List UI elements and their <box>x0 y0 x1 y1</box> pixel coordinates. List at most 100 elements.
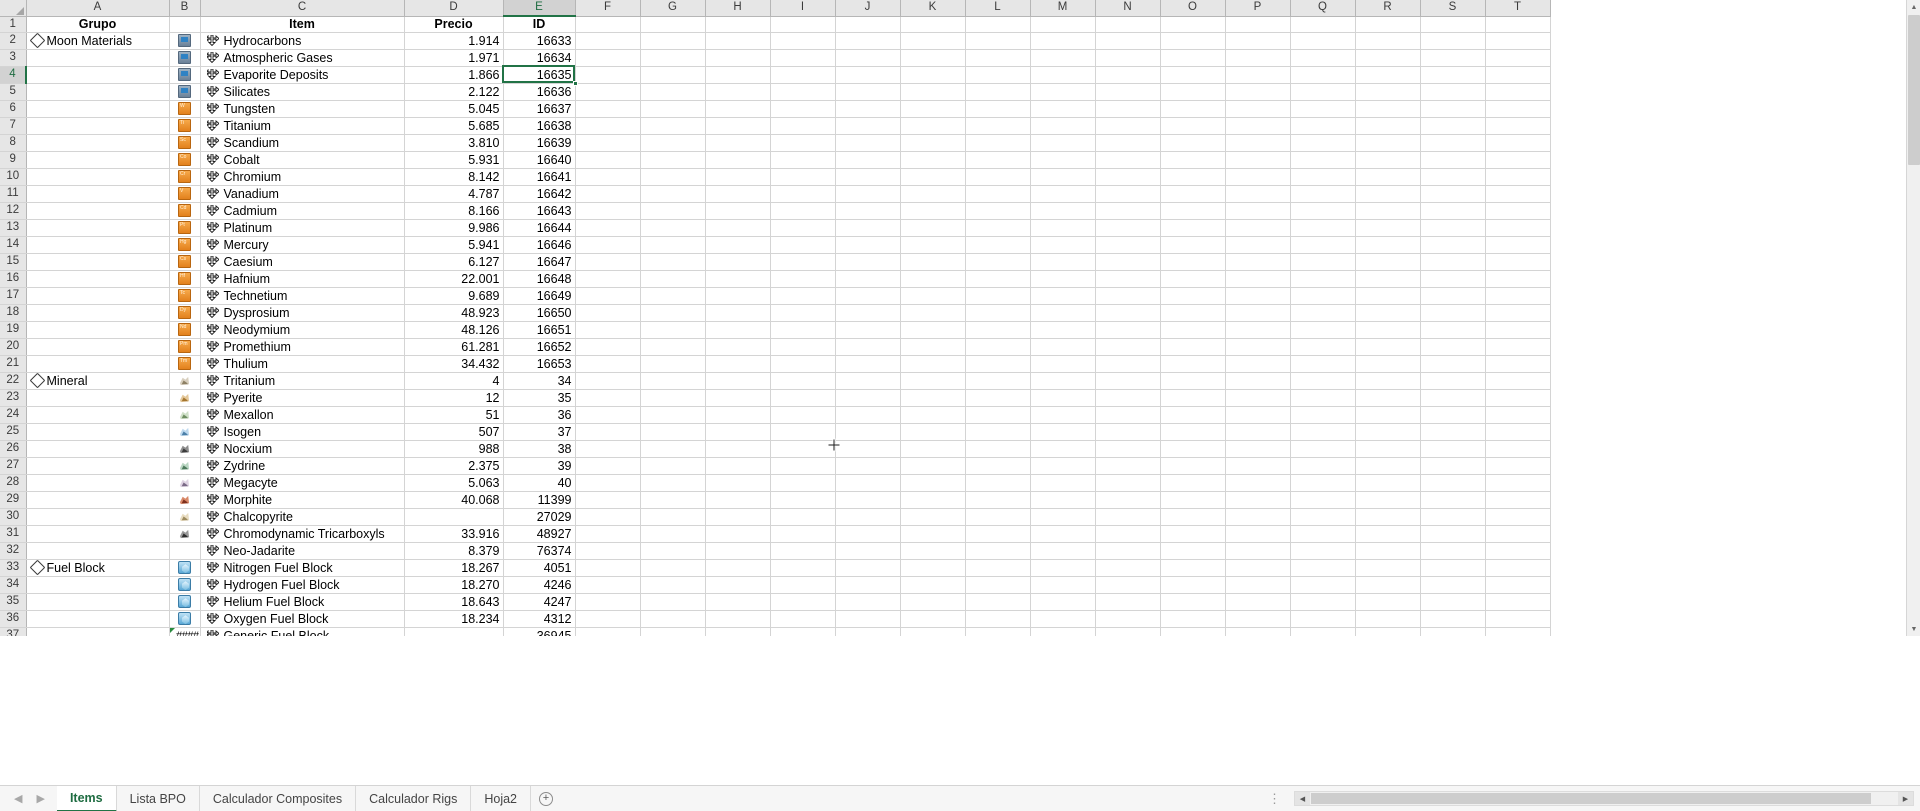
empty-cell[interactable] <box>1290 542 1356 560</box>
vertical-scrollbar[interactable]: ▲ ▼ <box>1906 0 1920 636</box>
empty-cell[interactable] <box>1095 406 1161 424</box>
empty-cell[interactable] <box>835 236 901 254</box>
empty-cell[interactable] <box>575 525 641 543</box>
empty-cell[interactable] <box>770 321 836 339</box>
empty-cell[interactable] <box>705 372 771 390</box>
empty-cell[interactable] <box>640 202 706 220</box>
empty-cell[interactable] <box>1095 117 1161 135</box>
sheet-tab-hoja2[interactable]: Hoja2 <box>471 785 532 811</box>
empty-cell[interactable] <box>575 593 641 611</box>
empty-cell[interactable] <box>1030 49 1096 67</box>
empty-cell[interactable] <box>705 338 771 356</box>
empty-cell[interactable] <box>965 525 1031 543</box>
empty-cell[interactable] <box>965 508 1031 526</box>
empty-cell[interactable] <box>900 559 966 577</box>
row-header-29[interactable]: 29 <box>0 491 27 509</box>
scroll-right-button[interactable]: ▶ <box>1898 792 1913 805</box>
empty-cell[interactable] <box>1225 491 1291 509</box>
cell-icon[interactable]: Nd <box>169 321 201 339</box>
empty-cell[interactable] <box>1420 508 1486 526</box>
empty-cell[interactable] <box>1355 270 1421 288</box>
empty-cell[interactable] <box>640 253 706 271</box>
empty-cell[interactable] <box>770 338 836 356</box>
cell-icon[interactable]: Pm <box>169 338 201 356</box>
empty-cell[interactable] <box>1160 372 1226 390</box>
empty-cell[interactable] <box>1420 253 1486 271</box>
cell-id[interactable]: 40 <box>503 474 576 492</box>
empty-cell[interactable] <box>1355 338 1421 356</box>
scroll-left-button[interactable]: ◀ <box>1295 792 1310 805</box>
cell-id[interactable]: 16638 <box>503 117 576 135</box>
empty-cell[interactable] <box>770 304 836 322</box>
empty-cell[interactable] <box>835 185 901 203</box>
column-title-a[interactable]: Grupo <box>26 16 170 33</box>
empty-cell[interactable] <box>965 610 1031 628</box>
add-sheet-button[interactable]: + <box>531 791 561 806</box>
empty-cell[interactable] <box>1420 304 1486 322</box>
empty-cell[interactable] <box>835 321 901 339</box>
empty-cell[interactable] <box>1420 134 1486 152</box>
empty-cell[interactable] <box>575 338 641 356</box>
empty-cell[interactable] <box>575 542 641 560</box>
cell-grupo[interactable] <box>26 542 170 560</box>
cell-id[interactable]: 16634 <box>503 49 576 67</box>
cell-icon[interactable]: Dy <box>169 304 201 322</box>
empty-cell[interactable] <box>900 219 966 237</box>
empty-cell[interactable] <box>1485 372 1551 390</box>
cell-grupo[interactable] <box>26 117 170 135</box>
empty-cell[interactable] <box>900 372 966 390</box>
empty-cell[interactable] <box>1420 66 1486 84</box>
cell-grupo[interactable] <box>26 219 170 237</box>
empty-cell[interactable] <box>1225 321 1291 339</box>
empty-cell[interactable] <box>835 253 901 271</box>
empty-cell[interactable] <box>1485 508 1551 526</box>
empty-cell[interactable] <box>1030 253 1096 271</box>
cell-id[interactable]: 35 <box>503 389 576 407</box>
cell-icon[interactable] <box>169 593 201 611</box>
empty-cell[interactable] <box>1225 457 1291 475</box>
empty-cell[interactable] <box>1225 525 1291 543</box>
empty-cell[interactable] <box>1420 525 1486 543</box>
empty-cell[interactable] <box>965 372 1031 390</box>
empty-cell[interactable] <box>640 508 706 526</box>
empty-cell[interactable] <box>900 270 966 288</box>
empty-cell[interactable] <box>900 457 966 475</box>
empty-cell[interactable] <box>965 559 1031 577</box>
column-header-r[interactable]: R <box>1355 0 1421 17</box>
empty-cell[interactable] <box>1095 304 1161 322</box>
empty-cell[interactable] <box>1355 542 1421 560</box>
empty-cell[interactable] <box>1355 610 1421 628</box>
column-header-h[interactable]: H <box>705 0 771 17</box>
empty-cell[interactable] <box>705 440 771 458</box>
empty-cell[interactable] <box>1485 610 1551 628</box>
row-header-22[interactable]: 22 <box>0 372 27 390</box>
cell-grupo[interactable] <box>26 389 170 407</box>
cell-icon[interactable]: Ti <box>169 117 201 135</box>
empty-cell[interactable] <box>575 491 641 509</box>
empty-cell[interactable] <box>640 457 706 475</box>
empty-cell[interactable] <box>770 491 836 509</box>
empty-cell[interactable] <box>1485 16 1551 33</box>
cell-precio[interactable]: 18.234 <box>404 610 504 628</box>
cell-grupo[interactable] <box>26 474 170 492</box>
empty-cell[interactable] <box>1420 32 1486 50</box>
empty-cell[interactable] <box>1485 491 1551 509</box>
cell-item[interactable]: Isogen <box>200 423 405 441</box>
empty-cell[interactable] <box>1355 559 1421 577</box>
empty-cell[interactable] <box>1485 253 1551 271</box>
empty-cell[interactable] <box>1225 508 1291 526</box>
empty-cell[interactable] <box>640 287 706 305</box>
empty-cell[interactable] <box>1420 576 1486 594</box>
empty-cell[interactable] <box>1290 236 1356 254</box>
cell-item[interactable]: Silicates <box>200 83 405 101</box>
column-header-i[interactable]: I <box>770 0 836 17</box>
empty-cell[interactable] <box>1420 627 1486 636</box>
empty-cell[interactable] <box>705 355 771 373</box>
empty-cell[interactable] <box>1095 202 1161 220</box>
empty-cell[interactable] <box>1030 593 1096 611</box>
empty-cell[interactable] <box>1030 16 1096 33</box>
empty-cell[interactable] <box>835 372 901 390</box>
empty-cell[interactable] <box>705 253 771 271</box>
empty-cell[interactable] <box>900 253 966 271</box>
cell-icon[interactable] <box>169 406 201 424</box>
